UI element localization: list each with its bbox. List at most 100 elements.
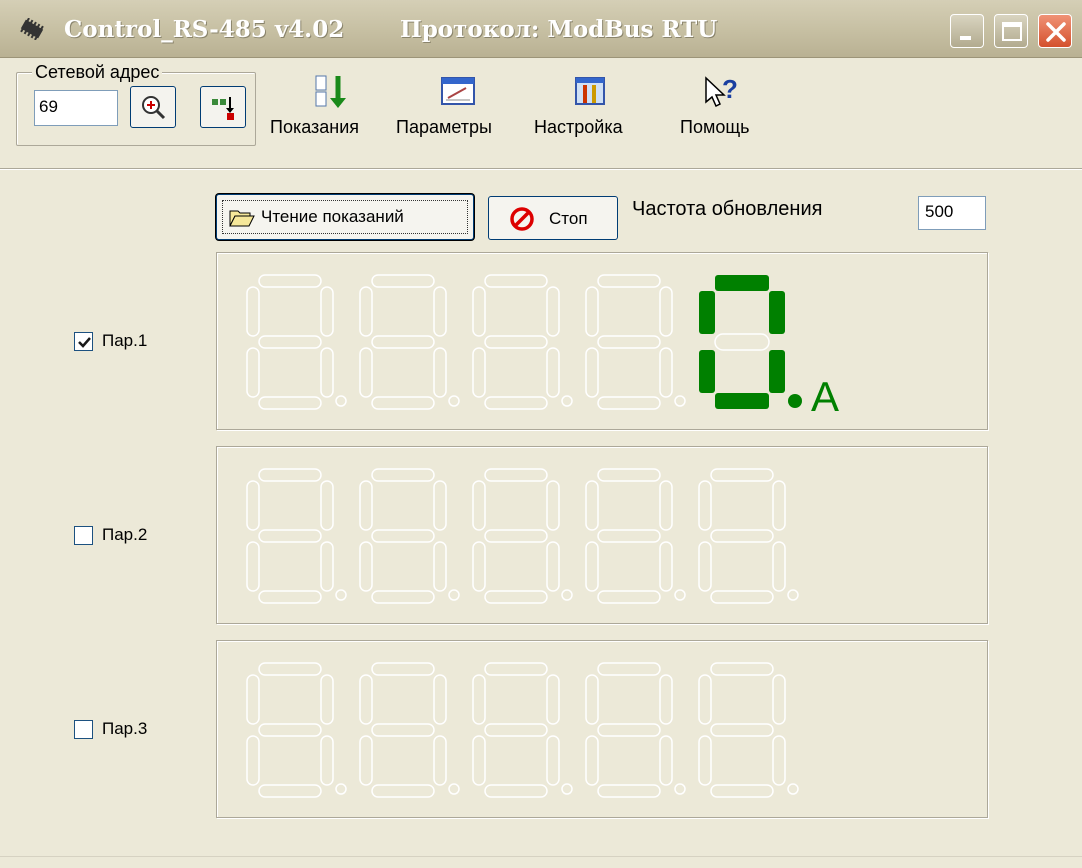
minimize-button[interactable]: [950, 14, 984, 48]
digit-4-segment-f: [585, 480, 599, 531]
digit-1-segment-b: [320, 480, 334, 531]
digit-4-dot: [674, 589, 686, 601]
digit-4-dot: [674, 395, 686, 407]
digit-1-segment-e: [246, 347, 260, 398]
digit-4-segment-d: [597, 784, 661, 798]
digit-5-segment-b: [772, 480, 786, 531]
digit-5-segment-d: [715, 393, 769, 409]
digit-3-dot: [561, 589, 573, 601]
digit-3-segment-e: [472, 735, 486, 786]
channel-1-checkbox[interactable]: [74, 332, 93, 351]
digit-3-segment-f: [472, 286, 486, 337]
stop-button[interactable]: Стоп: [488, 196, 618, 240]
digit-2-segment-b: [433, 674, 447, 725]
digit-1-segment-e: [246, 541, 260, 592]
svg-text:?: ?: [722, 74, 738, 104]
digit-4-segment-c: [659, 735, 673, 786]
channel-1-label[interactable]: Пар.1: [102, 331, 147, 351]
digit-5-segment-d: [710, 590, 774, 604]
digit-2-dot: [448, 395, 460, 407]
read-readings-button[interactable]: Чтение показаний: [216, 194, 474, 240]
window-title: Control_RS-485 v4.02: [64, 16, 345, 43]
transfer-button[interactable]: [200, 86, 246, 128]
digit-5-segment-f: [698, 480, 712, 531]
digit-3-segment-b: [546, 286, 560, 337]
digit-4-segment-d: [597, 396, 661, 410]
digit-2-dot: [448, 589, 460, 601]
app-window: Control_RS-485 v4.02 Протокол: ModBus RT…: [0, 0, 1082, 868]
digit-1-segment-b: [320, 674, 334, 725]
settings-tool[interactable]: [560, 72, 620, 112]
checkmark-icon: [78, 337, 91, 348]
digit-3-segment-c: [546, 735, 560, 786]
digit-3-segment-c: [546, 347, 560, 398]
digit-5-segment-d: [710, 784, 774, 798]
minimize-icon: [960, 36, 971, 40]
digit-2-segment-a: [371, 468, 435, 482]
network-address-input[interactable]: 69: [34, 90, 118, 126]
digit-2-segment-b: [433, 286, 447, 337]
digit-4-segment-e: [585, 541, 599, 592]
digit-1-dot: [335, 589, 347, 601]
digit-1-segment-f: [246, 480, 260, 531]
settings-label[interactable]: Настройка: [534, 117, 623, 138]
stop-label: Стоп: [549, 209, 588, 228]
digit-4-segment-e: [585, 347, 599, 398]
digit-3-segment-d: [484, 396, 548, 410]
maximize-icon: [1002, 22, 1022, 41]
readings-tool[interactable]: [302, 72, 362, 112]
channel-2-checkbox[interactable]: [74, 526, 93, 545]
digit-1-dot: [335, 783, 347, 795]
title-bar[interactable]: Control_RS-485 v4.02 Протокол: ModBus RT…: [0, 0, 1082, 58]
digit-4-segment-d: [597, 590, 661, 604]
digit-5-segment-e: [698, 541, 712, 592]
digit-1-segment-d: [258, 784, 322, 798]
refresh-rate-input[interactable]: 500: [918, 196, 986, 230]
parameters-tool[interactable]: [428, 72, 488, 112]
digit-3-segment-a: [484, 662, 548, 676]
help-tool[interactable]: ?: [688, 72, 748, 112]
digit-5-segment-e: [699, 350, 715, 393]
digit-2-dot: [448, 783, 460, 795]
seven-segment-display-3: [246, 662, 799, 798]
digit-4-segment-c: [659, 541, 673, 592]
readings-label[interactable]: Показания: [270, 117, 359, 138]
seven-segment-display-1: А: [246, 274, 839, 420]
digit-4-segment-c: [659, 347, 673, 398]
maximize-button[interactable]: [994, 14, 1028, 48]
digit-1-segment-d: [258, 396, 322, 410]
digit-1-segment-g: [258, 335, 322, 349]
digit-2-segment-c: [433, 735, 447, 786]
digit-1-segment-f: [246, 674, 260, 725]
digit-2-segment-c: [433, 541, 447, 592]
digit-5-segment-g: [710, 723, 774, 737]
display-panel-2: [216, 446, 988, 624]
help-label[interactable]: Помощь: [680, 117, 750, 138]
digit-4-dot: [674, 783, 686, 795]
seven-segment-display-2: [246, 468, 799, 604]
digit-3-segment-d: [484, 784, 548, 798]
search-device-button[interactable]: [130, 86, 176, 128]
digit-5-segment-g: [710, 529, 774, 543]
digit-5-segment-f: [698, 674, 712, 725]
channel-3-checkbox[interactable]: [74, 720, 93, 739]
digit-2-segment-a: [371, 662, 435, 676]
digit-1-segment-c: [320, 347, 334, 398]
digit-1-segment-b: [320, 286, 334, 337]
digit-2-segment-d: [371, 590, 435, 604]
transfer-icon: [212, 97, 234, 120]
digit-1-dot: [335, 395, 347, 407]
digit-4-segment-b: [659, 480, 673, 531]
digit-1-segment-g: [258, 529, 322, 543]
digit-3-dot: [561, 783, 573, 795]
digit-2-segment-d: [371, 396, 435, 410]
parameters-label[interactable]: Параметры: [396, 117, 492, 138]
channel-3-label[interactable]: Пар.3: [102, 719, 147, 739]
folder-open-icon: [229, 210, 255, 227]
stop-icon: [510, 207, 534, 231]
close-button[interactable]: [1038, 14, 1072, 48]
channel-2-label[interactable]: Пар.2: [102, 525, 147, 545]
digit-5-dot: [788, 394, 802, 408]
digit-1-segment-f: [246, 286, 260, 337]
digit-5-segment-f: [699, 291, 715, 334]
